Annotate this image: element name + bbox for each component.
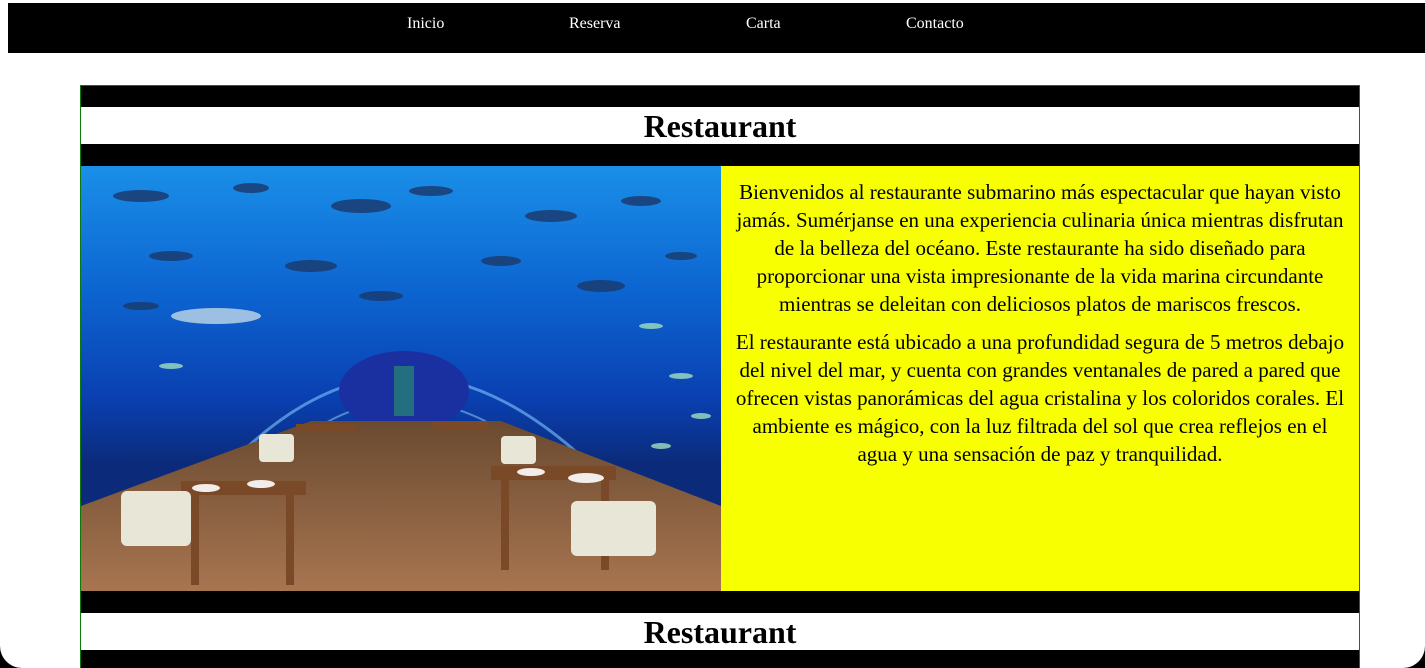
nav-link-reserva[interactable]: Reserva	[569, 15, 621, 33]
top-navigation: Inicio Reserva Carta Contacto	[8, 3, 1425, 53]
nav-link-carta[interactable]: Carta	[746, 15, 781, 33]
description-paragraph-2: El restaurante está ubicado a una profun…	[735, 330, 1345, 466]
underwater-restaurant-photo-icon	[81, 166, 721, 591]
section-title-2: Restaurant	[643, 614, 797, 650]
description-panel: Bienvenidos al restaurante submarino más…	[721, 166, 1359, 591]
section-title: Restaurant	[643, 108, 797, 144]
title-bottom-bar	[81, 144, 1359, 166]
page: Inicio Reserva Carta Contacto Restaurant	[0, 0, 1425, 668]
section-top-bar	[81, 86, 1359, 107]
nav-link-contacto[interactable]: Contacto	[906, 15, 964, 33]
nav-link-inicio[interactable]: Inicio	[407, 15, 444, 33]
description-paragraph-1: Bienvenidos al restaurante submarino más…	[736, 180, 1344, 316]
section2-bar	[81, 650, 1359, 668]
section-bottom-bar	[81, 591, 1359, 613]
restaurant-section: Restaurant Bienvenidos al restaurante su…	[80, 85, 1360, 668]
underwater-restaurant-image	[81, 166, 721, 591]
